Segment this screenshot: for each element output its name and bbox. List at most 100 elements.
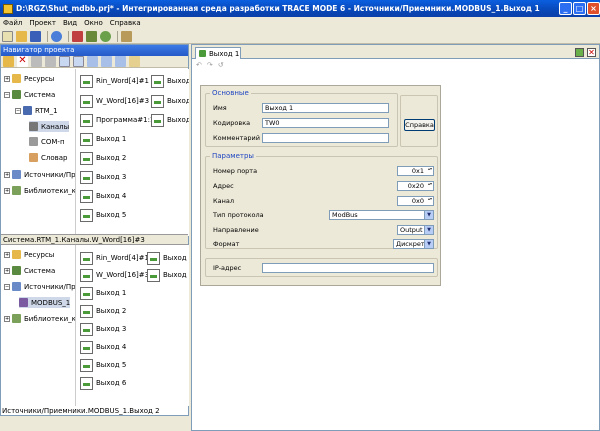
output-icon <box>80 189 93 203</box>
create-icon[interactable] <box>3 56 14 67</box>
refresh-icon[interactable]: ↺ <box>218 61 224 69</box>
close-tab-icon[interactable]: ✕ <box>587 48 596 57</box>
sources-icon <box>12 170 21 179</box>
copy-icon[interactable] <box>59 56 70 67</box>
paste-icon[interactable] <box>73 56 84 67</box>
minimize-button[interactable]: _ <box>559 2 572 15</box>
close-button[interactable]: × <box>587 2 600 15</box>
tab-output-1[interactable]: Выход 1 <box>195 47 241 59</box>
output-icon <box>151 94 164 108</box>
list-item[interactable]: Выход 2 <box>80 304 126 318</box>
tree-node[interactable]: + Источники/Пр <box>4 169 75 180</box>
new-icon[interactable] <box>2 30 13 42</box>
delete-icon[interactable]: ✕ <box>17 56 28 67</box>
channel-stepper[interactable]: 0x0 <box>397 196 434 206</box>
list-item[interactable]: Выход 2 <box>80 151 126 165</box>
modbus-icon <box>19 298 28 307</box>
code-field[interactable]: TW0 <box>262 118 389 128</box>
menu-window[interactable]: Окно <box>84 19 103 27</box>
menu-project[interactable]: Проект <box>29 19 56 27</box>
basic-legend: Основные <box>212 89 249 97</box>
list-item[interactable]: Выход 1 <box>80 286 126 300</box>
system-icon <box>12 266 21 275</box>
details-view-icon[interactable] <box>115 56 126 67</box>
maximize-button[interactable]: □ <box>573 2 586 15</box>
port-stepper[interactable]: 0x1 <box>397 166 434 176</box>
forward-icon[interactable]: ↷ <box>207 61 213 69</box>
list-item[interactable]: Выход 5 <box>80 358 126 372</box>
tree-node[interactable]: − Источники/Пр <box>4 281 75 292</box>
list-item[interactable]: Выход <box>151 74 189 88</box>
save-icon[interactable] <box>30 30 41 42</box>
window-title: D:\RGZ\Shut_mdbb.prj* - Интегрированная … <box>16 4 540 13</box>
folder-icon <box>12 250 21 259</box>
list-item[interactable]: Rin_Word[4]#1 <box>80 251 149 265</box>
list-item[interactable]: Выход 4 <box>80 189 126 203</box>
back-icon[interactable]: ↶ <box>196 61 202 69</box>
output-icon <box>80 340 93 354</box>
redo-icon[interactable] <box>45 56 56 67</box>
direction-select[interactable]: Output ▼ <box>397 225 434 235</box>
program-icon <box>80 113 93 127</box>
tree-node[interactable]: + Ресурсы <box>4 73 54 84</box>
protocol-select[interactable]: ModBus ▼ <box>329 210 434 220</box>
tree-node[interactable]: + Система <box>4 265 55 276</box>
properties-icon[interactable] <box>129 56 140 67</box>
list-item[interactable]: Выход <box>147 251 187 265</box>
format-label: Формат <box>213 240 240 248</box>
list-item[interactable]: Выход 4 <box>80 340 126 354</box>
list-item[interactable]: Выход 3 <box>80 170 126 184</box>
tree-node[interactable]: − Система <box>4 89 55 100</box>
channel-icon <box>80 94 93 108</box>
format-select[interactable]: Дискрет ▼ <box>393 239 434 249</box>
ip-field[interactable] <box>262 263 434 273</box>
run-icon[interactable] <box>86 30 97 42</box>
tree-node[interactable]: + Ресурсы <box>4 249 54 260</box>
sources-icon <box>12 282 21 291</box>
list-item[interactable]: Выход 1 <box>80 132 126 146</box>
top-list: Rin_Word[4]#1 W_Word[16]#3 Программа#1:1… <box>77 69 189 236</box>
tree-node[interactable]: − RTM_1 <box>15 105 58 116</box>
list-item[interactable]: Программа#1:1 <box>80 113 154 127</box>
tree-node[interactable]: COM-п <box>29 136 65 147</box>
list-item[interactable]: Выход 3 <box>80 322 126 336</box>
list-item[interactable]: Выход <box>151 113 189 127</box>
help-button[interactable]: Справка <box>404 119 435 131</box>
name-field[interactable]: Выход 1 <box>262 103 389 113</box>
list-item[interactable]: Выход 5 <box>80 208 126 222</box>
list-view-icon[interactable] <box>101 56 112 67</box>
status-bar: Источники/Приемники.MODBUS_1.Выход 2 <box>2 407 160 415</box>
menu-file[interactable]: Файл <box>3 19 22 27</box>
debug-icon[interactable] <box>100 30 111 42</box>
editor-toolbar: ↶ ↷ ↺ <box>192 59 599 70</box>
library-icon[interactable] <box>121 30 132 42</box>
comment-field[interactable] <box>262 133 389 143</box>
tree-node[interactable]: + Библиотеки_ко <box>4 313 75 324</box>
list-item[interactable]: Выход <box>147 268 187 282</box>
list-item[interactable]: Выход 6 <box>80 376 126 390</box>
tree-node-selected[interactable]: MODBUS_1 <box>19 297 71 308</box>
view-icon[interactable] <box>87 56 98 67</box>
channel-icon <box>80 74 93 88</box>
properties-panel: Основные Имя Выход 1 Кодировка TW0 Комме… <box>200 85 441 286</box>
menu-help[interactable]: Справка <box>110 19 141 27</box>
com-port-icon <box>29 137 38 146</box>
chevron-down-icon: ▼ <box>424 226 433 234</box>
list-item[interactable]: W_Word[16]#3 <box>80 94 149 108</box>
apply-icon[interactable] <box>575 48 584 57</box>
menu-view[interactable]: Вид <box>63 19 77 27</box>
channels-icon <box>29 122 38 131</box>
system-icon <box>12 90 21 99</box>
open-folder-icon[interactable] <box>16 30 27 42</box>
address-stepper[interactable]: 0x20 <box>397 181 434 191</box>
tree-node-selected[interactable]: Каналы <box>29 121 70 132</box>
compile-icon[interactable] <box>72 30 83 42</box>
info-icon[interactable] <box>51 30 62 42</box>
undo-icon[interactable] <box>31 56 42 67</box>
tree-node[interactable]: + Библиотеки_ко <box>4 185 75 196</box>
protocol-label: Тип протокола <box>213 211 264 219</box>
list-item[interactable]: Rin_Word[4]#1 <box>80 74 149 88</box>
tree-node[interactable]: Словар <box>29 152 68 163</box>
list-item[interactable]: W_Word[16]#3 <box>80 268 149 282</box>
list-item[interactable]: Выход <box>151 94 189 108</box>
